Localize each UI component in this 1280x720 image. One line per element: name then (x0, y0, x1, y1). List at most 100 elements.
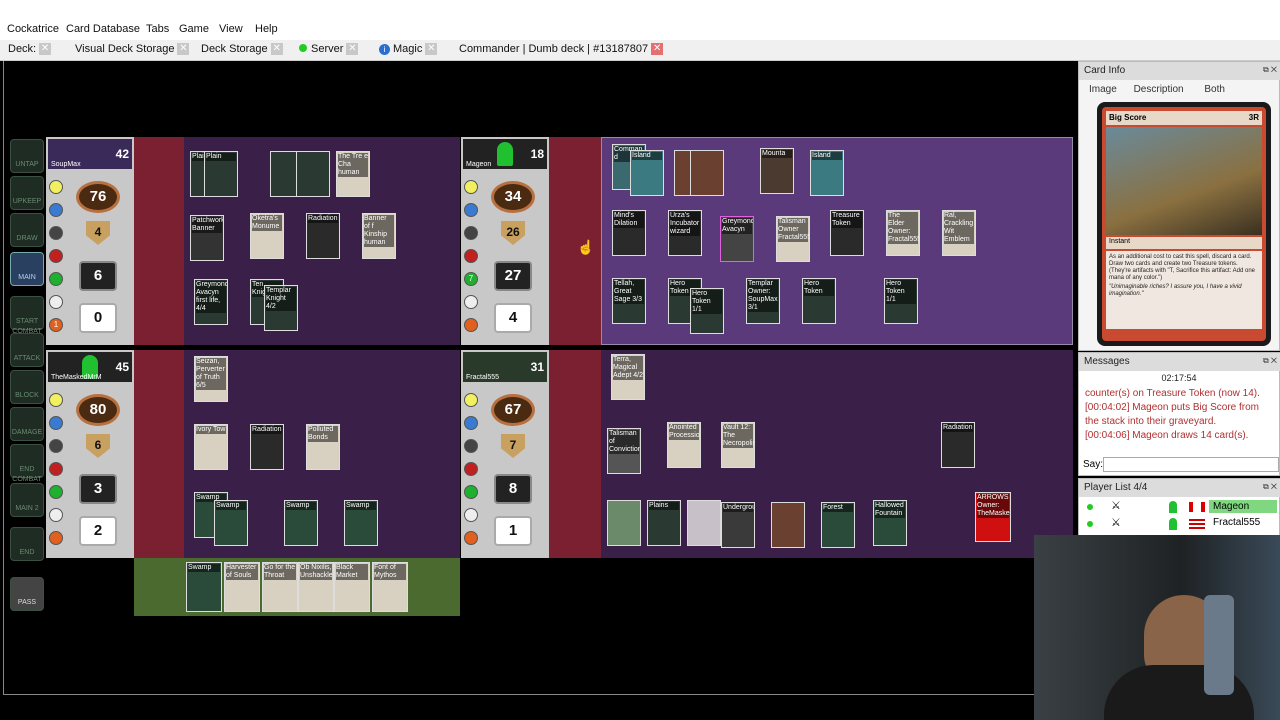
close-icon[interactable]: ✕ (425, 43, 438, 56)
menu-view[interactable]: View (219, 23, 243, 35)
card[interactable] (687, 500, 721, 546)
card[interactable] (771, 502, 805, 548)
card[interactable]: Greymond, Avacyn first life, 4/4 (194, 279, 228, 325)
phase-end-button[interactable]: END (10, 527, 44, 561)
card[interactable]: Tellah, Great Sage 3/3 (612, 278, 646, 324)
card[interactable]: Treasure Token (830, 210, 864, 256)
black-mana-counter[interactable] (49, 439, 63, 453)
battlefield-fractal555[interactable]: Terra, Magical Adept 4/2 Talisman of Con… (601, 350, 1073, 558)
library-count[interactable]: 67 (491, 394, 535, 426)
black-mana-counter[interactable] (464, 439, 478, 453)
close-icon[interactable]: ✕ (39, 43, 52, 56)
card[interactable]: ARROWS Owner: TheMaskedMrM (975, 492, 1011, 542)
card[interactable]: Banner of f Kinship human (362, 213, 396, 259)
life-total[interactable]: 31 (531, 360, 544, 374)
card[interactable]: Radiation (250, 424, 284, 470)
card[interactable]: Hero Token (802, 278, 836, 324)
green-mana-counter[interactable]: 7 (464, 272, 478, 286)
white-mana-counter[interactable] (49, 393, 63, 407)
tab-deck-storage[interactable]: Deck Storage ✕ (201, 43, 283, 56)
card[interactable]: Talisman of Conviction (607, 428, 641, 474)
card[interactable]: Hallowed Fountain (873, 500, 907, 546)
card[interactable]: Forest (821, 502, 855, 548)
close-icon[interactable]: ✕ (346, 43, 359, 56)
card[interactable]: Anointed Procession (667, 422, 701, 468)
close-icon[interactable]: ⧉ ✕ (1263, 65, 1277, 75)
graveyard-count[interactable]: 6 (79, 261, 117, 291)
phase-main-button[interactable]: MAIN (10, 252, 44, 286)
colorless-mana-counter[interactable] (49, 508, 63, 522)
battlefield-mageon[interactable]: Comman d Island Mounta Island Mind's Dil… (601, 137, 1073, 345)
tab-magic[interactable]: i Magic ✕ (379, 43, 438, 56)
card[interactable]: Swamp (284, 500, 318, 546)
card[interactable]: Ral, Crackling Wit Emblem (942, 210, 976, 256)
black-mana-counter[interactable] (49, 226, 63, 240)
red-mana-counter[interactable] (49, 462, 63, 476)
hand-count[interactable]: 4 (86, 221, 110, 245)
black-mana-counter[interactable] (464, 226, 478, 240)
card[interactable]: Go for the Throat (262, 562, 298, 612)
card[interactable]: Font of Mythos (372, 562, 408, 612)
card[interactable]: Terra, Magical Adept 4/2 (611, 354, 645, 400)
phase-draw-button[interactable]: DRAW (10, 213, 44, 247)
library-count[interactable]: 76 (76, 181, 120, 213)
white-mana-counter[interactable] (464, 180, 478, 194)
card[interactable]: Greymond Avacyn (720, 216, 754, 262)
exile-count[interactable]: 0 (79, 303, 117, 333)
close-icon[interactable]: ✕ (270, 43, 283, 56)
phase-damage-button[interactable]: DAMAGE (10, 407, 44, 441)
library-count[interactable]: 34 (491, 181, 535, 213)
storm-counter[interactable]: 1 (49, 318, 63, 332)
card[interactable]: Seizan, Perverter of Truth 6/5 (194, 356, 228, 402)
colorless-mana-counter[interactable] (49, 295, 63, 309)
menu-game[interactable]: Game (179, 23, 209, 35)
exile-count[interactable]: 1 (494, 516, 532, 546)
player-row[interactable]: ⚔ Mageon (1079, 499, 1279, 515)
menu-tabs[interactable]: Tabs (146, 23, 169, 35)
graveyard-count[interactable]: 8 (494, 474, 532, 504)
graveyard-count[interactable]: 27 (494, 261, 532, 291)
card[interactable]: Island (630, 150, 664, 196)
phase-attack-button[interactable]: ATTACK (10, 333, 44, 367)
exile-count[interactable]: 2 (79, 516, 117, 546)
card[interactable]: Radiation (941, 422, 975, 468)
green-mana-counter[interactable] (49, 485, 63, 499)
blue-mana-counter[interactable] (464, 416, 478, 430)
close-icon[interactable]: ⧉ ✕ (1263, 482, 1277, 492)
card[interactable]: Plain (204, 151, 238, 197)
hand-count[interactable]: 6 (86, 434, 110, 458)
card[interactable]: Talisman Owner Fractal555 (776, 216, 810, 262)
storm-counter[interactable] (464, 531, 478, 545)
hand-count[interactable]: 7 (501, 434, 525, 458)
green-mana-counter[interactable] (49, 272, 63, 286)
close-icon[interactable]: ✕ (651, 43, 664, 56)
say-input[interactable] (1103, 457, 1279, 472)
green-mana-counter[interactable] (464, 485, 478, 499)
card[interactable]: Black Market (334, 562, 370, 612)
card[interactable]: Hero Token 1/1 (884, 278, 918, 324)
card[interactable]: The Elder Owner: Fractal555 (886, 210, 920, 256)
card[interactable] (296, 151, 330, 197)
card[interactable]: Swamp (344, 500, 378, 546)
card[interactable]: Swamp (186, 562, 222, 612)
white-mana-counter[interactable] (49, 180, 63, 194)
blue-mana-counter[interactable] (464, 203, 478, 217)
card[interactable]: Mounta (760, 148, 794, 194)
tab-image[interactable]: Image (1089, 84, 1117, 95)
menu-cockatrice[interactable]: Cockatrice (7, 23, 59, 35)
life-total[interactable]: 18 (531, 147, 544, 161)
card[interactable]: Polluted Bonds (306, 424, 340, 470)
tab-description[interactable]: Description (1134, 84, 1184, 95)
colorless-mana-counter[interactable] (464, 508, 478, 522)
graveyard-count[interactable]: 3 (79, 474, 117, 504)
phase-start-combat-button[interactable]: START COMBAT (10, 296, 44, 335)
battlefield-soupmax[interactable]: Plain Plain The Tre e Cha human Patchwor… (184, 137, 460, 345)
tab-both[interactable]: Both (1204, 84, 1225, 95)
life-total[interactable]: 45 (116, 360, 129, 374)
storm-counter[interactable] (49, 531, 63, 545)
white-mana-counter[interactable] (464, 393, 478, 407)
card[interactable] (690, 150, 724, 196)
player-row[interactable]: ⚔ Fractal555 (1079, 516, 1279, 532)
card[interactable]: Vault 12: The Necropolis (721, 422, 755, 468)
card[interactable]: Templar Owner: SoupMax 3/1 (746, 278, 780, 324)
